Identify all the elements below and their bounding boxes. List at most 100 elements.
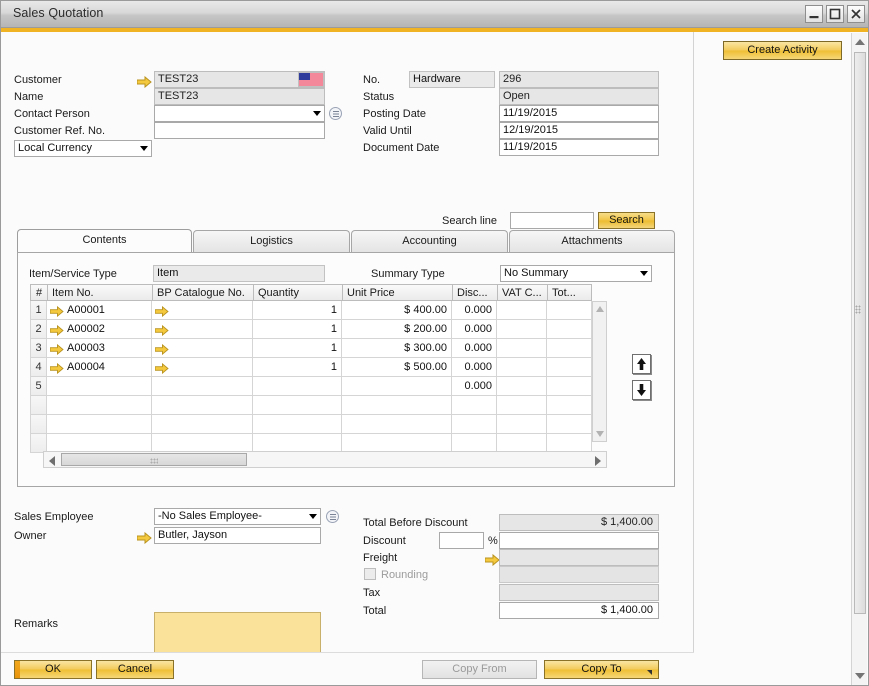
grid-cell-total[interactable] — [547, 396, 592, 415]
search-line-input[interactable] — [510, 212, 594, 229]
grid-row-number[interactable]: 5 — [30, 377, 47, 396]
owner-field[interactable]: Butler, Jayson — [154, 527, 321, 544]
grid-row-number[interactable] — [30, 415, 47, 434]
window-titlebar[interactable]: Sales Quotation — [1, 1, 868, 28]
grid-header-unit-price[interactable]: Unit Price — [342, 284, 452, 301]
grid-cell-unit-price[interactable]: $ 400.00 — [342, 301, 452, 320]
grid-cell-item-no[interactable] — [47, 377, 152, 396]
grid-cell-quantity[interactable] — [253, 396, 342, 415]
grid-cell-bp-catalogue-no[interactable] — [152, 377, 253, 396]
grid-row-number[interactable] — [30, 396, 47, 415]
tab-accounting[interactable]: Accounting — [351, 230, 508, 252]
customer-ref-no-field[interactable] — [154, 122, 325, 139]
grid-cell-unit-price[interactable]: $ 300.00 — [342, 339, 452, 358]
row-link-arrow-icon[interactable] — [154, 324, 169, 337]
item-service-type-field[interactable]: Item — [153, 265, 325, 282]
grid-cell-discount[interactable]: 0.000 — [452, 320, 497, 339]
grid-cell-vat-code[interactable] — [497, 415, 547, 434]
discount-amount-field[interactable] — [499, 532, 659, 549]
grid-cell-quantity[interactable]: 1 — [253, 339, 342, 358]
grid-cell-total[interactable] — [547, 301, 592, 320]
grid-header-quantity[interactable]: Quantity — [253, 284, 342, 301]
copy-to-button[interactable]: Copy To — [544, 660, 659, 679]
tab-attachments[interactable]: Attachments — [509, 230, 675, 252]
customer-link-arrow-icon[interactable] — [136, 75, 152, 89]
grid-cell-quantity[interactable]: 1 — [253, 301, 342, 320]
grid-cell-total[interactable] — [547, 415, 592, 434]
maximize-button[interactable] — [826, 5, 844, 23]
grid-cell-vat-code[interactable] — [497, 396, 547, 415]
freight-field[interactable] — [499, 549, 659, 566]
tab-contents[interactable]: Contents — [17, 229, 192, 252]
grid-cell-discount[interactable]: 0.000 — [452, 377, 497, 396]
grid-header-vat-code[interactable]: VAT C... — [497, 284, 547, 301]
move-row-up-button[interactable] — [632, 354, 651, 374]
row-link-arrow-icon[interactable] — [154, 362, 169, 375]
window-scroll-up-icon[interactable] — [855, 39, 865, 45]
row-link-arrow-icon[interactable] — [154, 305, 169, 318]
minimize-button[interactable] — [805, 5, 823, 23]
rounding-checkbox[interactable] — [364, 568, 376, 580]
grid-row-number[interactable]: 1 — [30, 301, 47, 320]
grid-cell-total[interactable] — [547, 358, 592, 377]
sales-employee-select[interactable]: -No Sales Employee- — [154, 508, 321, 525]
grid-cell-discount[interactable]: 0.000 — [452, 301, 497, 320]
grid-cell-unit-price[interactable] — [342, 415, 452, 434]
hscroll-thumb[interactable] — [61, 453, 247, 466]
owner-link-arrow-icon[interactable] — [136, 531, 152, 545]
grid-cell-vat-code[interactable] — [497, 358, 547, 377]
grid-cell-total[interactable] — [547, 377, 592, 396]
grid-cell-item-no[interactable]: A00002 — [47, 320, 152, 339]
valid-until-field[interactable]: 12/19/2015 — [499, 122, 659, 139]
window-resize-grip-icon[interactable] — [855, 305, 861, 314]
contact-person-select[interactable] — [154, 105, 325, 122]
window-vertical-scrollbar[interactable] — [851, 33, 867, 685]
grid-cell-total[interactable] — [547, 339, 592, 358]
grid-cell-bp-catalogue-no[interactable] — [152, 358, 253, 377]
tab-logistics[interactable]: Logistics — [193, 230, 350, 252]
grid-cell-discount[interactable] — [452, 415, 497, 434]
discount-percent-input[interactable] — [439, 532, 484, 549]
grid-cell-vat-code[interactable] — [497, 377, 547, 396]
sales-employee-menu-icon[interactable] — [326, 510, 339, 523]
row-link-arrow-icon[interactable] — [49, 324, 64, 337]
name-field[interactable]: TEST23 — [154, 88, 325, 105]
cancel-button[interactable]: Cancel — [96, 660, 174, 679]
no-value-field[interactable]: 296 — [499, 71, 659, 88]
grid-vertical-scrollbar[interactable] — [592, 301, 607, 442]
freight-link-arrow-icon[interactable] — [484, 553, 500, 567]
grid-cell-quantity[interactable]: 1 — [253, 320, 342, 339]
grid-cell-bp-catalogue-no[interactable] — [152, 301, 253, 320]
grid-cell-item-no[interactable]: A00004 — [47, 358, 152, 377]
grid-cell-unit-price[interactable] — [342, 377, 452, 396]
grid-cell-item-no[interactable] — [47, 396, 152, 415]
window-scroll-down-icon[interactable] — [855, 673, 865, 679]
move-row-down-button[interactable] — [632, 380, 651, 400]
row-link-arrow-icon[interactable] — [154, 343, 169, 356]
grid-cell-total[interactable] — [547, 320, 592, 339]
document-date-field[interactable]: 11/19/2015 — [499, 139, 659, 156]
grid-header-discount[interactable]: Disc... — [452, 284, 497, 301]
grid-cell-discount[interactable] — [452, 396, 497, 415]
close-button[interactable] — [847, 5, 865, 23]
no-series-field[interactable]: Hardware — [409, 71, 495, 88]
currency-select[interactable]: Local Currency — [14, 140, 152, 157]
grid-header-total[interactable]: Tot... — [547, 284, 592, 301]
grid-cell-quantity[interactable]: 1 — [253, 358, 342, 377]
grid-header-item-no[interactable]: Item No. — [47, 284, 152, 301]
contact-person-menu-icon[interactable] — [329, 107, 342, 120]
create-activity-button[interactable]: Create Activity — [723, 41, 842, 60]
grid-cell-bp-catalogue-no[interactable] — [152, 339, 253, 358]
grid-cell-vat-code[interactable] — [497, 339, 547, 358]
grid-cell-discount[interactable]: 0.000 — [452, 339, 497, 358]
grid-header-num[interactable]: # — [30, 284, 47, 301]
scroll-up-icon[interactable] — [596, 306, 604, 312]
grid-cell-item-no[interactable]: A00001 — [47, 301, 152, 320]
row-link-arrow-icon[interactable] — [49, 362, 64, 375]
grid-cell-item-no[interactable] — [47, 415, 152, 434]
grid-cell-discount[interactable]: 0.000 — [452, 358, 497, 377]
row-link-arrow-icon[interactable] — [49, 343, 64, 356]
grid-cell-vat-code[interactable] — [497, 301, 547, 320]
ok-button[interactable]: OK — [14, 660, 92, 679]
window-scroll-thumb[interactable] — [854, 52, 866, 614]
